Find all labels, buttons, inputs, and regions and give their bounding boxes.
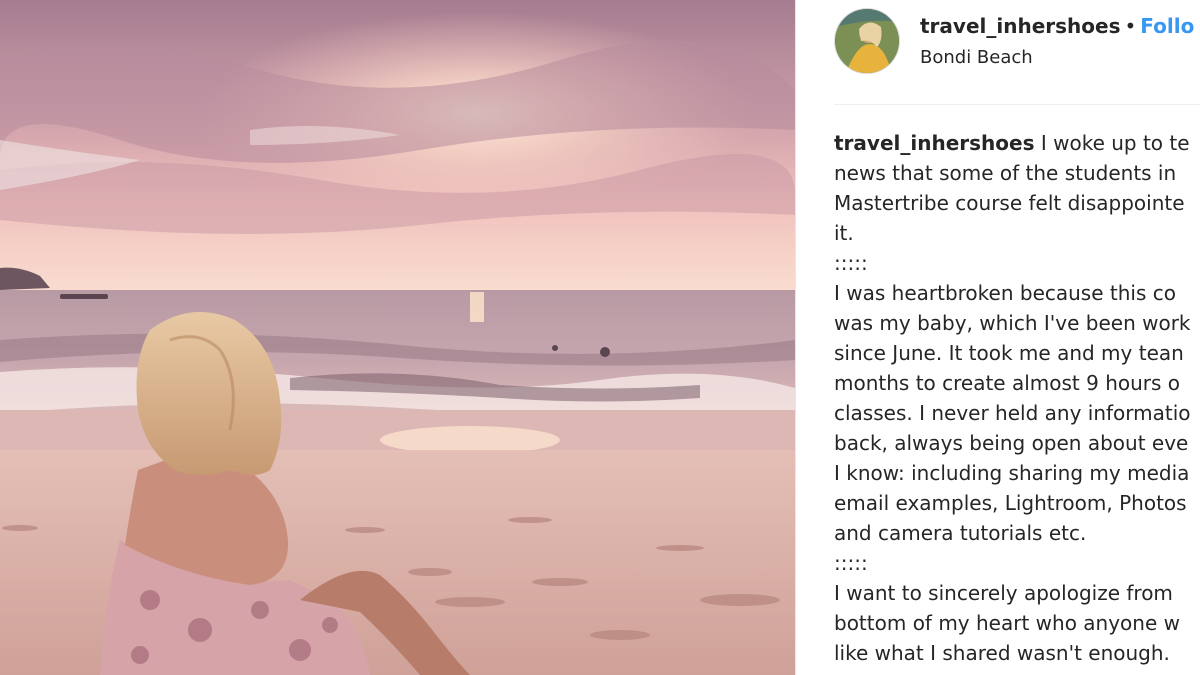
header-divider <box>834 104 1200 105</box>
caption-line: ::::: <box>834 251 868 275</box>
caption-text: I woke up to te <box>1034 131 1190 155</box>
caption-author-link[interactable]: travel_inhershoes <box>834 131 1035 155</box>
caption-line: was my baby, which I've been work <box>834 311 1191 335</box>
caption-line: bottom of my heart who anyone w <box>834 611 1180 635</box>
username-link[interactable]: travel_inhershoes <box>920 14 1121 38</box>
location-link[interactable]: Bondi Beach <box>920 47 1033 68</box>
follow-button[interactable]: Follo <box>1140 14 1194 38</box>
caption-line: back, always being open about eve <box>834 431 1189 455</box>
separator-dot: • <box>1124 14 1137 38</box>
caption-line: travel_inhershoes I woke up to te <box>834 128 1200 158</box>
caption-line: email examples, Lightroom, Photos <box>834 491 1187 515</box>
caption-line: classes. I never held any informatio <box>834 401 1191 425</box>
caption-line: news that some of the students in <box>834 161 1177 185</box>
post-header: travel_inhershoes • Follo <box>920 14 1194 38</box>
caption-line: I want to sincerely apologize from <box>834 581 1173 605</box>
caption-line: months to create almost 9 hours o <box>834 371 1181 395</box>
caption-line: ::::: <box>834 551 868 575</box>
caption-line: it. <box>834 221 854 245</box>
avatar[interactable] <box>834 8 900 74</box>
post-photo[interactable] <box>0 0 795 675</box>
caption-line: I know: including sharing my media <box>834 461 1190 485</box>
caption-line: I was heartbroken because this co <box>834 281 1176 305</box>
caption-line: like what I shared wasn't enough. <box>834 641 1170 665</box>
caption-line: Mastertribe course felt disappointe <box>834 191 1185 215</box>
caption-line: since June. It took me and my tean <box>834 341 1184 365</box>
post-caption: travel_inhershoes I woke up to te news t… <box>834 128 1200 668</box>
post-side-panel: travel_inhershoes • Follo Bondi Beach trav… <box>796 0 1200 675</box>
caption-line: and camera tutorials etc. <box>834 521 1087 545</box>
